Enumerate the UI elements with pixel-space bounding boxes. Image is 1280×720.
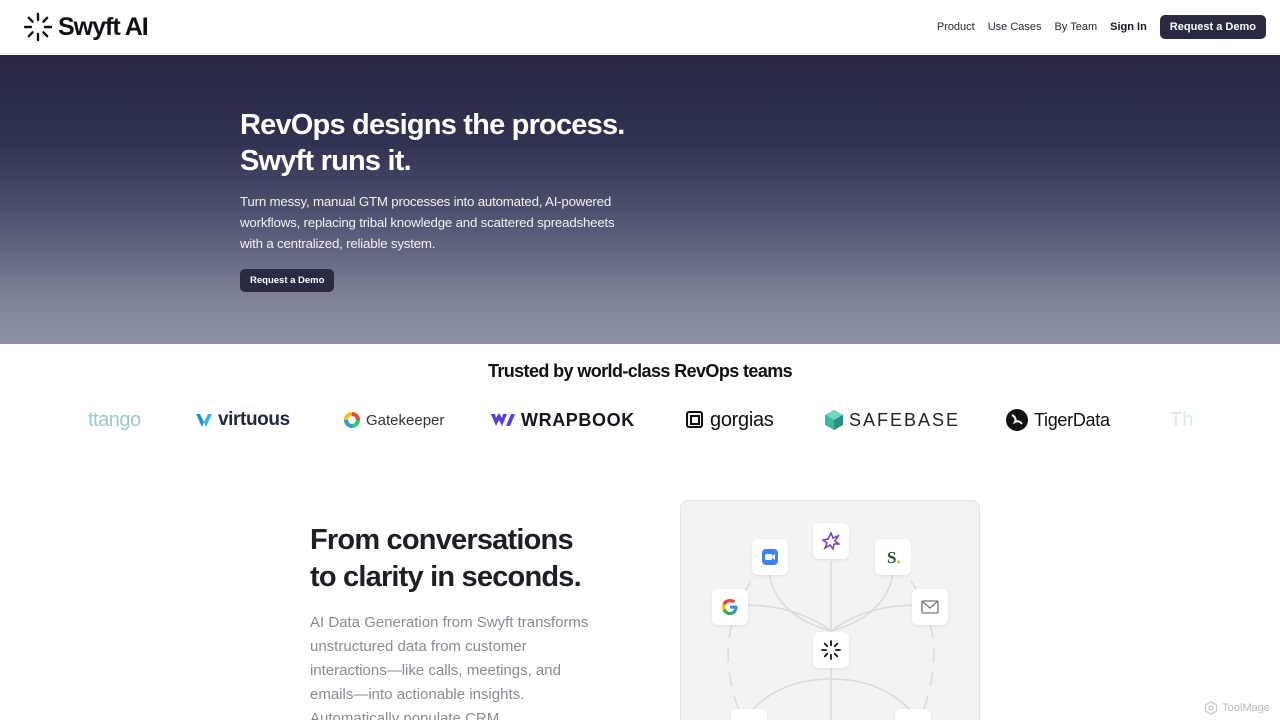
feature-title-line-1: From conversations	[310, 524, 574, 556]
hero-title-line-2: Swyft runs it.	[240, 145, 412, 177]
hero-title: RevOps designs the process. Swyft runs i…	[240, 107, 660, 179]
header-request-demo-button[interactable]: Request a Demo	[1159, 15, 1266, 39]
logo-wrapbook: WRAPBOOK	[490, 400, 635, 440]
brand-logo[interactable]: Swyft AI	[22, 11, 149, 43]
hero-section: RevOps designs the process. Swyft runs i…	[0, 55, 1280, 344]
hero-subtitle: Turn messy, manual GTM processes into au…	[240, 194, 615, 251]
logo-gatekeeper: Gatekeeper	[343, 400, 444, 440]
sparkle-icon	[822, 532, 840, 550]
svg-text:S: S	[887, 548, 896, 567]
logo-ttango: ttango	[88, 408, 141, 431]
s-icon: S	[887, 548, 900, 567]
wrapbook-icon	[491, 413, 515, 426]
nav-product[interactable]: Product	[937, 21, 975, 33]
main-nav: Product Use Cases By Team Sign In Reques…	[937, 15, 1266, 39]
swyft-icon	[821, 640, 841, 660]
sign-in-link[interactable]: Sign In	[1110, 21, 1147, 33]
hero-title-line-1: RevOps designs the process.	[240, 109, 625, 141]
safebase-icon	[825, 410, 843, 430]
logo-faded-trailing: Th	[1170, 408, 1194, 431]
node-sparkle	[813, 523, 849, 559]
feature-body: AI Data Generation from Swyft transforms…	[310, 614, 589, 720]
logo-safebase: SAFEBASE	[824, 400, 960, 440]
brand-name: Swyft AI	[58, 12, 149, 41]
virtuous-icon	[196, 414, 212, 427]
google-icon	[722, 599, 738, 615]
node-bottom-left	[731, 709, 767, 720]
node-google	[712, 589, 748, 625]
site-header: Swyft AI Product Use Cases By Team Sign …	[0, 0, 1280, 54]
tigerdata-icon	[1006, 409, 1028, 431]
watermark-text: ToolMage	[1222, 702, 1270, 714]
trusted-by-heading: Trusted by world-class RevOps teams	[487, 361, 793, 381]
nav-by-team[interactable]: By Team	[1055, 21, 1098, 33]
hero-request-demo-button[interactable]: Request a Demo	[240, 269, 335, 292]
gatekeeper-icon	[344, 412, 360, 428]
logo-virtuous: virtuous	[195, 400, 290, 440]
logo-tigerdata: TigerData	[1005, 400, 1110, 440]
feature-title: From conversations to clarity in seconds…	[310, 522, 630, 596]
nav-use-cases[interactable]: Use Cases	[988, 21, 1042, 33]
node-bottom-right	[895, 709, 931, 720]
logo-gorgias: gorgias	[685, 400, 774, 440]
integration-diagram: S	[680, 500, 980, 720]
node-swyft-hub	[813, 632, 849, 668]
toolmage-icon	[1205, 701, 1218, 715]
swyft-logo-icon	[23, 12, 53, 42]
customer-logo-strip: ttango virtuous Gatekeeper WRAPBOOK gorg…	[88, 400, 1194, 444]
node-mail	[912, 589, 948, 625]
feature-title-line-2: to clarity in seconds.	[310, 561, 582, 593]
node-s: S	[875, 539, 911, 575]
mail-icon	[921, 600, 939, 614]
node-zoom	[752, 539, 788, 575]
gorgias-icon	[686, 411, 703, 428]
zoom-icon	[762, 549, 778, 565]
watermark: ToolMage	[1204, 701, 1270, 715]
